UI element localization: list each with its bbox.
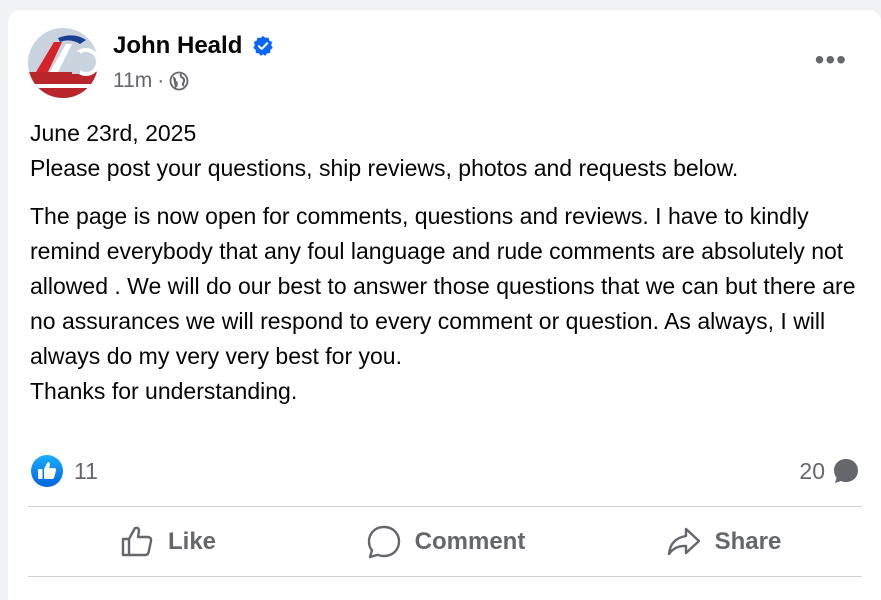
timestamp[interactable]: 11m	[113, 69, 152, 93]
comment-button[interactable]: Comment	[306, 507, 584, 577]
post-closing: Thanks for understanding.	[30, 378, 298, 404]
reactions-count[interactable]: 11	[74, 458, 98, 485]
verified-badge-icon	[252, 35, 274, 57]
author-row: John Heald	[113, 32, 274, 60]
thumbs-up-icon	[30, 454, 64, 488]
post-body: The page is now open for comments, quest…	[30, 203, 856, 369]
carnival-funnel-logo	[28, 28, 98, 98]
like-button[interactable]: Like	[28, 507, 306, 577]
share-button-label: Share	[714, 528, 782, 555]
post-date-line: June 23rd, 2025	[30, 120, 197, 146]
comment-icon	[367, 525, 400, 559]
action-bar: Like Comment Share	[28, 507, 862, 577]
share-icon	[667, 527, 700, 556]
post-text: June 23rd, 2025 Please post your questio…	[30, 116, 860, 409]
share-button[interactable]: Share	[584, 507, 862, 577]
reactions-summary[interactable]: 11	[30, 454, 98, 488]
comment-button-label: Comment	[414, 528, 526, 555]
comment-bubble-icon	[831, 456, 861, 486]
avatar[interactable]	[28, 28, 98, 98]
meta-separator: ·	[157, 69, 165, 92]
comments-count[interactable]: 20	[799, 458, 825, 485]
thumbs-up-outline-icon	[121, 526, 153, 557]
author-name[interactable]: John Heald	[113, 32, 242, 60]
divider-bottom	[28, 576, 862, 577]
more-options-icon[interactable]: •••	[815, 46, 847, 74]
post-card: John Heald 11m · ••• June 23rd, 2025 Ple…	[8, 10, 881, 600]
globe-icon[interactable]	[169, 71, 189, 91]
post-intro-line: Please post your questions, ship reviews…	[30, 155, 739, 181]
comments-summary[interactable]: 20	[799, 456, 861, 486]
like-button-label: Like	[167, 528, 217, 555]
post-meta: 11m ·	[113, 69, 189, 93]
